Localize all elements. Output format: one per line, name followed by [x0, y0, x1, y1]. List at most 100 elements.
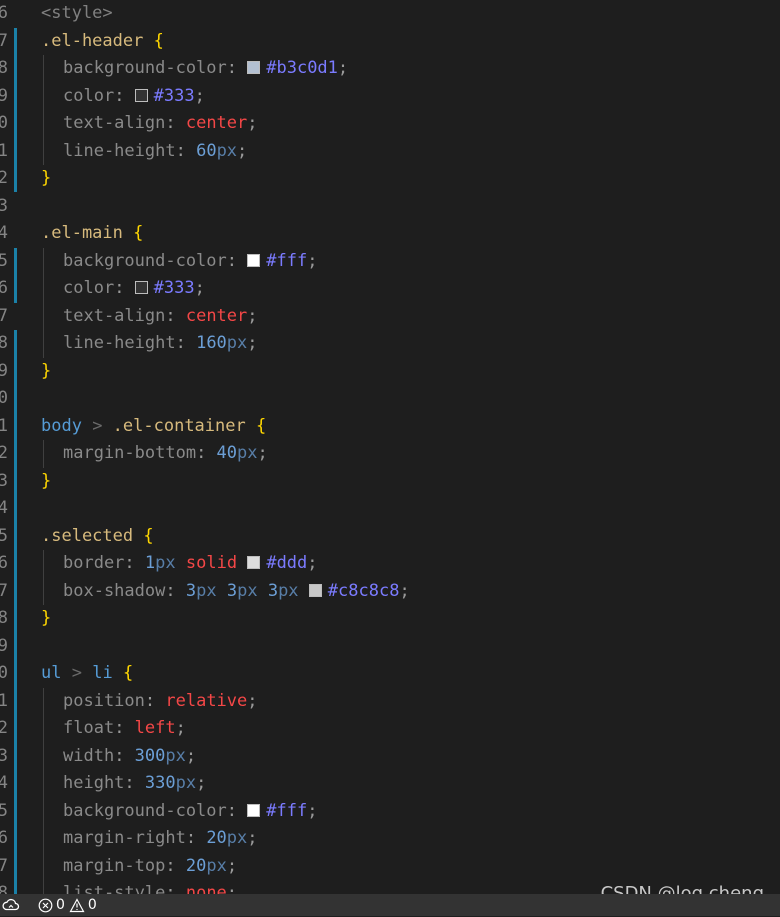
code-token: ; — [247, 828, 258, 848]
line-number: 5 — [0, 250, 8, 271]
code-token: position — [63, 690, 145, 711]
code-line[interactable]: line-height: 60px; — [63, 138, 247, 166]
code-token: px — [196, 580, 217, 601]
change-indicator[interactable] — [14, 248, 17, 303]
code-area[interactable]: <style> .el-header {background-color: #b3… — [41, 0, 780, 894]
code-line[interactable]: ul > li { — [41, 660, 133, 688]
indent-guide — [43, 770, 44, 798]
code-token: li — [92, 663, 113, 683]
code-token: ; — [247, 690, 258, 711]
code-token: 1 — [144, 553, 156, 573]
code-line[interactable]: background-color: #fff; — [63, 798, 317, 826]
code-token: ; — [399, 580, 410, 601]
indent-guide — [43, 742, 44, 770]
line-number: 1 — [0, 140, 8, 161]
color-swatch[interactable] — [134, 88, 148, 102]
code-token: : — [226, 250, 248, 271]
code-token: .selected — [41, 525, 134, 546]
code-line[interactable]: text-align: center; — [63, 303, 258, 331]
code-token: > — [61, 663, 93, 683]
code-token: : — [165, 305, 186, 326]
line-number: 4 — [0, 773, 8, 793]
indent-guide — [43, 247, 44, 275]
code-token: 20 — [206, 828, 227, 848]
code-editor[interactable]: 6 7 8 9 0 1 2 3 4 5 6 7 8 9 0 1 2 3 4 5 6 7 8 9 0 1 2 3 4 5 6 7 8 <style… — [0, 0, 780, 894]
code-line[interactable]: margin-bottom: 40px; — [63, 440, 268, 468]
code-line[interactable]: background-color: #b3c0d1; — [63, 55, 348, 83]
code-token: { — [143, 525, 154, 546]
code-line[interactable]: } — [41, 605, 51, 633]
code-line[interactable]: color: #333; — [63, 83, 205, 111]
line-number: 5 — [0, 800, 8, 821]
code-token: : — [165, 855, 186, 876]
code-token: ; — [247, 113, 258, 133]
code-line[interactable]: body > .el-container { — [41, 413, 266, 441]
code-token: ; — [257, 443, 268, 463]
code-token: ; — [196, 773, 207, 793]
code-token: width — [63, 745, 115, 766]
code-line[interactable]: box-shadow: 3px 3px 3px #c8c8c8; — [63, 578, 410, 606]
code-line[interactable]: } — [41, 165, 51, 193]
code-line[interactable]: .el-main { — [41, 220, 143, 248]
change-indicator[interactable] — [14, 330, 17, 894]
code-token: ; — [337, 58, 349, 78]
code-line[interactable]: background-color: #fff; — [63, 248, 317, 276]
code-token: { — [133, 223, 144, 243]
color-swatch[interactable] — [247, 253, 261, 267]
change-indicator[interactable] — [14, 28, 17, 192]
code-line[interactable]: float: left; — [63, 715, 186, 743]
code-token: px — [216, 140, 238, 161]
code-token: px — [155, 553, 176, 573]
color-swatch[interactable] — [247, 556, 261, 569]
code-token: center — [185, 113, 248, 133]
code-token: 3 — [226, 580, 238, 601]
line-number: 6 — [0, 553, 8, 573]
code-line[interactable]: border: 1px solid #ddd; — [63, 550, 318, 578]
code-line[interactable]: list-style: none; — [63, 880, 237, 894]
indent-guide — [43, 302, 44, 330]
code-token: 40 — [216, 443, 238, 463]
code-token: #333 — [153, 278, 195, 298]
code-token: > — [81, 415, 113, 436]
indent-guide — [43, 825, 44, 853]
line-number: 9 — [0, 635, 8, 656]
code-line[interactable]: .selected { — [41, 523, 154, 551]
problems-indicator[interactable]: 0 0 — [38, 897, 101, 913]
code-line[interactable]: line-height: 160px; — [63, 330, 258, 358]
code-token: : — [226, 800, 248, 821]
code-token: } — [41, 470, 52, 491]
line-number: 8 — [0, 58, 8, 78]
color-swatch[interactable] — [247, 61, 261, 74]
code-line[interactable]: text-align: center; — [63, 110, 258, 138]
code-line[interactable]: margin-right: 20px; — [63, 825, 258, 853]
code-token: px — [226, 333, 248, 353]
code-line[interactable]: position: relative; — [63, 688, 258, 716]
code-line[interactable]: } — [41, 358, 51, 386]
code-token: : — [165, 883, 186, 894]
color-swatch[interactable] — [247, 803, 261, 817]
code-line[interactable]: <style> — [41, 0, 113, 28]
indent-guide — [43, 550, 44, 578]
code-token: ; — [226, 855, 238, 876]
cloud-sync-icon[interactable] — [2, 897, 20, 917]
code-line[interactable]: .el-header { — [41, 28, 164, 56]
color-swatch[interactable] — [134, 281, 148, 294]
code-line[interactable]: height: 330px; — [63, 770, 206, 798]
line-number: 0 — [0, 113, 8, 133]
code-token: ; — [237, 140, 248, 161]
code-token: #c8c8c8 — [327, 580, 400, 601]
color-swatch[interactable] — [308, 583, 322, 597]
line-number: 7 — [0, 305, 8, 326]
code-line[interactable]: color: #333; — [63, 275, 205, 303]
code-line[interactable]: width: 300px; — [63, 743, 196, 771]
indent-guide — [43, 275, 44, 303]
code-token: center — [185, 305, 248, 326]
code-line[interactable]: margin-top: 20px; — [63, 853, 237, 881]
code-token: #fff — [266, 250, 308, 271]
code-line[interactable]: } — [41, 468, 51, 496]
line-number: 2 — [0, 168, 8, 188]
